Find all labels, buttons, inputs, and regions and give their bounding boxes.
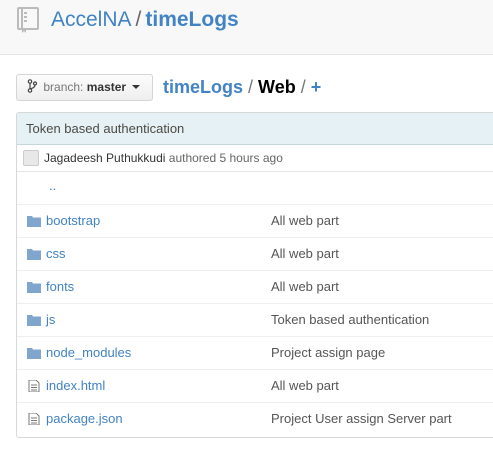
breadcrumb-root-link[interactable]: timeLogs: [163, 77, 243, 97]
parent-directory-link[interactable]: ..: [49, 170, 56, 202]
parent-directory-row[interactable]: ..: [17, 172, 493, 205]
commit-author-name[interactable]: Jagadeesh Puthukkudi: [44, 151, 165, 165]
table-row: fonts All web part: [17, 271, 493, 304]
commit-message[interactable]: Project assign page: [271, 337, 385, 369]
table-row: css All web part: [17, 238, 493, 271]
file-name-link[interactable]: node_modules: [46, 337, 131, 369]
table-row: bootstrap All web part: [17, 205, 493, 238]
git-branch-icon: [27, 79, 37, 93]
file-name-link[interactable]: fonts: [46, 271, 74, 303]
file-name-link[interactable]: package.json: [46, 403, 123, 435]
table-row: js Token based authentication: [17, 304, 493, 337]
breadcrumb-separator: /: [248, 77, 254, 97]
repo-name-link[interactable]: timeLogs: [145, 8, 238, 31]
commit-message[interactable]: All web part: [271, 205, 339, 237]
file-name-link[interactable]: css: [46, 238, 66, 270]
table-row: index.html All web part: [17, 370, 493, 403]
file-text-icon: [28, 380, 40, 392]
file-name-link[interactable]: index.html: [46, 370, 105, 402]
repo-title: AccelNA / timeLogs: [51, 7, 239, 33]
folder-icon: [27, 315, 41, 326]
commit-message[interactable]: All web part: [271, 370, 339, 402]
repo-header: AccelNA / timeLogs: [0, 0, 493, 55]
folder-icon: [27, 282, 41, 293]
table-row: node_modules Project assign page: [17, 337, 493, 370]
commit-message[interactable]: Project User assign Server part: [271, 403, 452, 435]
repo-book-icon: [17, 7, 39, 33]
table-row: package.json Project User assign Server …: [17, 403, 493, 436]
file-name-link[interactable]: bootstrap: [46, 205, 100, 237]
commit-message[interactable]: All web part: [271, 238, 339, 270]
file-browser: Token based authentication Jagadeesh Put…: [16, 112, 493, 438]
file-text-icon: [28, 413, 40, 425]
latest-commit-message[interactable]: Token based authentication: [17, 113, 493, 145]
breadcrumb-separator: /: [300, 77, 306, 97]
breadcrumb-current: Web: [258, 77, 296, 97]
avatar: [23, 150, 39, 166]
chevron-down-icon: [132, 85, 141, 89]
add-file-button[interactable]: +: [311, 77, 322, 97]
file-name-link[interactable]: js: [46, 304, 55, 336]
repo-title-separator: /: [135, 8, 142, 31]
folder-icon: [27, 249, 41, 260]
folder-icon: [27, 216, 41, 227]
commit-message[interactable]: Token based authentication: [271, 304, 429, 336]
branch-label: branch:: [43, 80, 84, 94]
branch-select-button[interactable]: branch: master: [16, 74, 153, 101]
commit-authored-time: authored 5 hours ago: [168, 151, 283, 165]
commit-message[interactable]: All web part: [271, 271, 339, 303]
repo-owner-link[interactable]: AccelNA: [51, 8, 132, 31]
breadcrumb: timeLogs / Web / +: [163, 75, 321, 99]
branch-value: master: [86, 80, 127, 94]
commit-author-row: Jagadeesh Puthukkudi authored 5 hours ag…: [17, 145, 493, 172]
folder-icon: [27, 348, 41, 359]
